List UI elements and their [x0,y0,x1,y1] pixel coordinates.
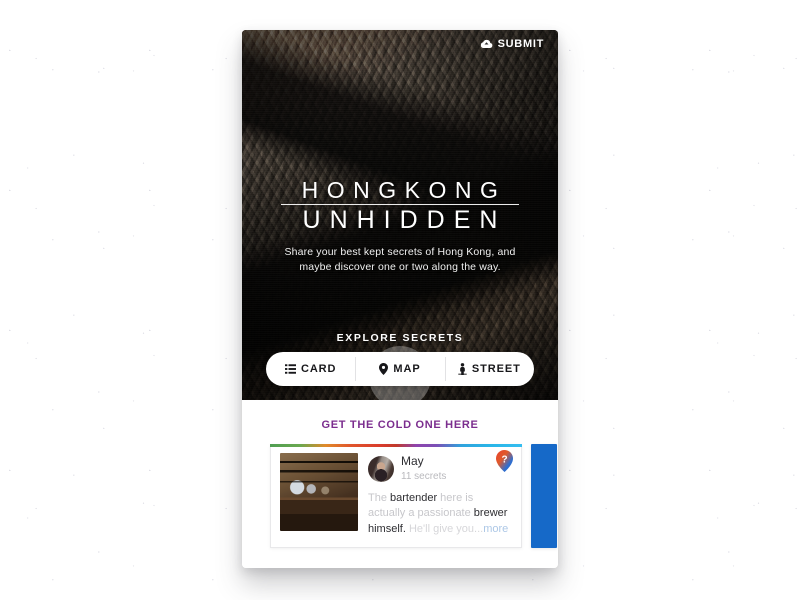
hero-title-line2: UNHIDDEN [302,205,507,234]
segment-map-label: MAP [393,363,421,375]
snippet-fragment: here is [440,491,474,504]
author-text-block: May 11 secrets [401,454,447,483]
secret-card-inner: May 11 secrets The bartender here is act… [271,444,521,538]
sheet-title: GET THE COLD ONE HERE [321,419,479,431]
secret-snippet[interactable]: The bartender here is actually a passion… [368,491,512,538]
canvas: SUBMIT HONGKONG UNHIDDEN Share your best… [0,0,800,600]
street-view-icon [458,363,467,375]
segment-card[interactable]: CARD [266,352,355,386]
hero-title-underline [280,203,520,205]
map-pin-icon [379,363,389,375]
next-secret-card-peek[interactable] [531,444,557,548]
snippet-fragment: The [368,491,391,504]
secret-card[interactable]: ? May 11 secrets The bartender here is a… [270,444,522,548]
hero-subtitle: Share your best kept secrets of Hong Kon… [284,245,516,274]
card-accent-bar [270,444,522,447]
snippet-fragment: brewer [473,507,508,520]
author-row: May 11 secrets [368,454,512,483]
list-icon [284,364,296,374]
segmented-control: CARD MAP STREET [266,352,534,386]
author-secret-count: 11 secrets [401,470,447,482]
snippet-fragment: actually a passionate [368,507,474,520]
snippet-fragment: more [483,523,509,536]
secrets-sheet: GET THE COLD ONE HERE ? May 11 secrets T… [242,400,558,568]
secret-thumbnail[interactable] [280,453,358,531]
snippet-fragment: himself. [368,523,409,536]
phone-mockup: SUBMIT HONGKONG UNHIDDEN Share your best… [242,30,558,568]
hero-title-line1-wrap: HONGKONG [280,177,520,205]
segment-street[interactable]: STREET [444,352,534,386]
hero-title-block: HONGKONG UNHIDDEN Share your best kept s… [242,178,558,275]
submit-button[interactable]: SUBMIT [480,38,544,50]
hero-title-line1: HONGKONG [301,177,507,203]
segment-map[interactable]: MAP [355,352,444,386]
author-name: May [401,454,424,468]
question-pin-icon[interactable]: ? [496,450,513,472]
hero-section: SUBMIT HONGKONG UNHIDDEN Share your best… [242,30,558,400]
snippet-fragment: bartender [390,491,441,504]
cloud-upload-icon [480,39,493,49]
segment-card-label: CARD [300,363,337,375]
explore-secrets-label: EXPLORE SECRETS [336,332,464,344]
snippet-fragment: He'll give you... [408,523,484,536]
secrets-carousel[interactable]: ? May 11 secrets The bartender here is a… [242,444,558,550]
submit-button-label: SUBMIT [497,38,544,50]
secret-card-body: May 11 secrets The bartender here is act… [368,453,512,538]
avatar [368,455,394,482]
svg-text:?: ? [501,454,507,465]
segment-street-label: STREET [471,363,521,375]
